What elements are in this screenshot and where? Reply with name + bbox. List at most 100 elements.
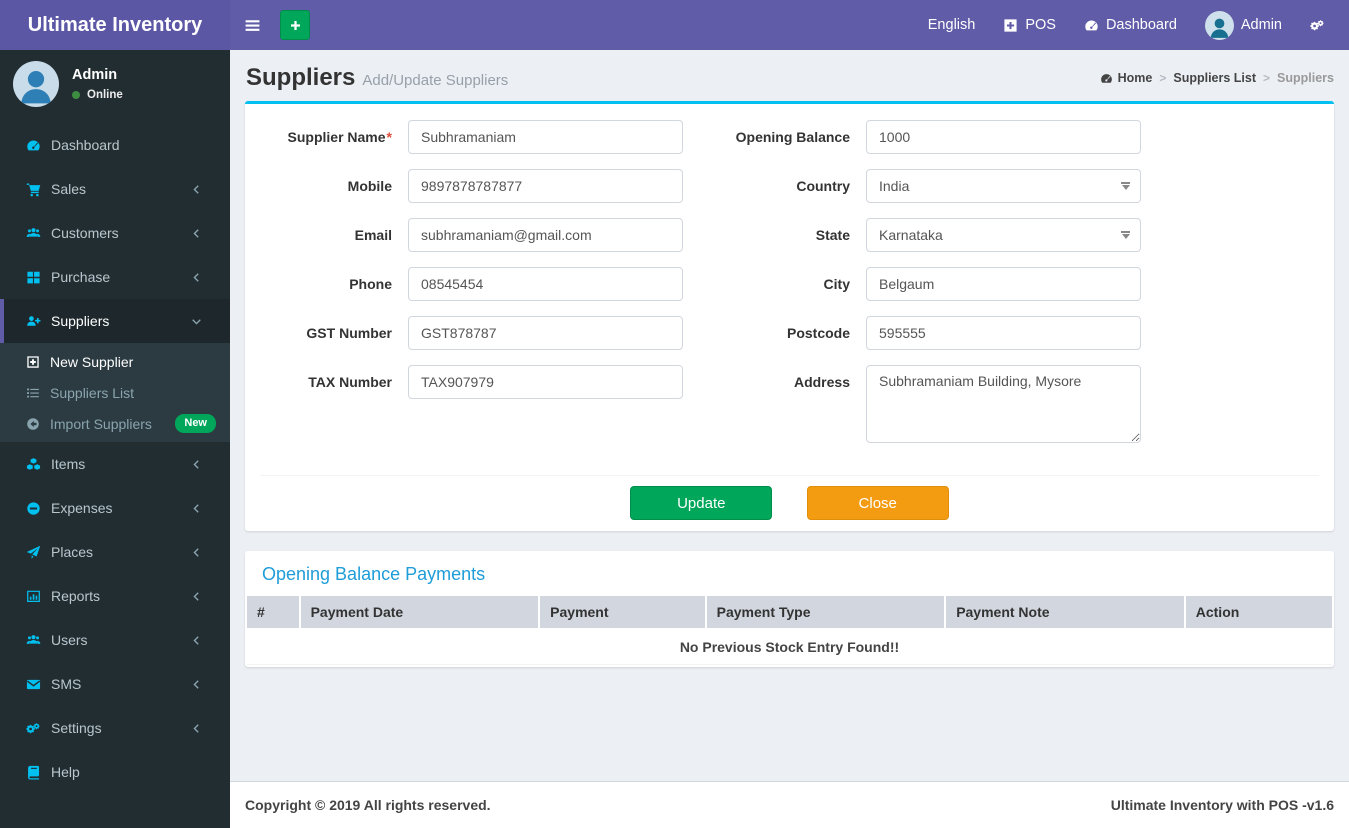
sidebar-user-panel: Admin Online	[0, 50, 230, 119]
column-header-payment: Payment	[540, 596, 705, 628]
sidebar-item-customers[interactable]: Customers	[0, 211, 230, 255]
column-header-payment-date: Payment Date	[300, 596, 539, 628]
column-header-payment-type: Payment Type	[706, 596, 945, 628]
postcode-input[interactable]	[866, 316, 1141, 350]
chevron-left-icon	[191, 184, 216, 195]
sidebar-item-users[interactable]: Users	[0, 618, 230, 662]
phone-input[interactable]	[408, 267, 683, 301]
sidebar-item-dashboard[interactable]: Dashboard	[0, 123, 230, 167]
sidebar-toggle[interactable]	[230, 0, 274, 50]
sidebar-item-label: Suppliers	[51, 313, 110, 329]
field-label-tax-number: TAX Number	[308, 374, 392, 390]
nav-item-label: Admin	[1240, 17, 1282, 33]
tachometer-icon	[1084, 18, 1099, 33]
user-avatar-icon	[1207, 15, 1232, 40]
sidebar-item-import-suppliers[interactable]: Import Suppliers New	[0, 408, 230, 439]
sidebar-item-reports[interactable]: Reports	[0, 574, 230, 618]
chevron-left-icon	[191, 459, 216, 470]
page-footer: Copyright © 2019 All rights reserved. Ul…	[230, 781, 1349, 828]
sidebar-item-label: New Supplier	[50, 353, 134, 370]
tachometer-icon	[26, 138, 51, 153]
sidebar-item-places[interactable]: Places	[0, 530, 230, 574]
state-select[interactable]: Karnataka	[866, 218, 1141, 252]
sidebar-item-sales[interactable]: Sales	[0, 167, 230, 211]
field-label-address: Address	[793, 374, 850, 390]
breadcrumb: Home > Suppliers List > Suppliers	[1100, 71, 1334, 85]
breadcrumb-separator-icon: >	[1263, 71, 1271, 85]
empty-table-message: No Previous Stock Entry Found!!	[247, 630, 1332, 665]
sidebar-item-label: Help	[51, 764, 80, 780]
breadcrumb-suppliers-list[interactable]: Suppliers List	[1173, 71, 1256, 85]
chevron-down-icon	[191, 316, 216, 327]
column-header-number: #	[247, 596, 299, 628]
breadcrumb-home[interactable]: Home	[1100, 71, 1153, 85]
plus-square-icon	[1003, 18, 1018, 33]
sidebar-item-label: Import Suppliers	[50, 415, 152, 432]
settings-menu[interactable]	[1296, 0, 1339, 50]
field-label-supplier-name: Supplier Name *	[287, 129, 392, 145]
close-button[interactable]: Close	[806, 486, 949, 520]
sidebar-menu: Dashboard Sales Customers Purchase Suppliers…	[0, 123, 230, 794]
app-logo[interactable]: Ultimate Inventory	[0, 0, 230, 50]
sidebar-item-suppliers-list[interactable]: Suppliers List	[0, 377, 230, 408]
tax-number-input[interactable]	[408, 365, 683, 399]
users-icon	[26, 226, 51, 241]
sidebar-item-label: Sales	[51, 181, 87, 197]
user-menu[interactable]: Admin	[1191, 0, 1296, 50]
breadcrumb-label: Suppliers	[1277, 71, 1334, 85]
dashboard-link[interactable]: Dashboard	[1070, 0, 1191, 50]
app-window: Ultimate Inventory English POS Dashboard Ad…	[0, 0, 1349, 828]
gst-number-input[interactable]	[408, 316, 683, 350]
sidebar-item-purchase[interactable]: Purchase	[0, 255, 230, 299]
chevron-left-icon	[191, 272, 216, 283]
supplier-name-input[interactable]	[408, 120, 683, 154]
page-title: Suppliers Add/Update Suppliers	[246, 64, 509, 91]
country-select[interactable]: India	[866, 169, 1141, 203]
th-large-icon	[26, 270, 51, 285]
sidebar-item-sms[interactable]: SMS	[0, 662, 230, 706]
sidebar: Admin Online Dashboard Sales Customers Purc…	[0, 50, 230, 828]
sidebar-item-expenses[interactable]: Expenses	[0, 486, 230, 530]
sidebar-item-settings[interactable]: Settings	[0, 706, 230, 750]
field-label-opening-balance: Opening Balance	[735, 129, 850, 145]
sidebar-item-help[interactable]: Help	[0, 750, 230, 794]
email-input[interactable]	[408, 218, 683, 252]
online-label: Online	[87, 89, 123, 101]
address-textarea[interactable]: Subhramaniam Building, Mysore	[866, 365, 1141, 443]
city-input[interactable]	[866, 267, 1141, 301]
breadcrumb-label: Suppliers List	[1173, 71, 1257, 85]
bar-chart-icon	[26, 589, 51, 604]
update-button[interactable]: Update	[630, 486, 773, 520]
opening-balance-input[interactable]	[866, 120, 1141, 154]
sidebar-item-items[interactable]: Items	[0, 442, 230, 486]
sidebar-submenu-suppliers: New Supplier Suppliers List Import Supplie…	[0, 343, 230, 442]
field-label-email: Email	[354, 227, 392, 243]
mobile-input[interactable]	[408, 169, 683, 203]
sidebar-item-suppliers[interactable]: Suppliers	[0, 299, 230, 343]
field-label-postcode: Postcode	[786, 325, 850, 341]
page-subtitle: Add/Update Suppliers	[362, 72, 509, 89]
language-menu[interactable]: English	[914, 0, 990, 50]
column-header-action: Action	[1185, 596, 1332, 628]
chevron-left-icon	[191, 591, 216, 602]
quick-add[interactable]	[280, 10, 310, 40]
chevron-left-icon	[191, 503, 216, 514]
supplier-form-box: Supplier Name* Opening Balance Mobile Count…	[245, 101, 1334, 531]
sidebar-item-new-supplier[interactable]: New Supplier	[0, 346, 230, 377]
payments-table: # Payment Date Payment Payment Type Payment …	[245, 594, 1334, 667]
cogs-icon	[1310, 18, 1325, 33]
sidebar-item-label: Purchase	[51, 269, 111, 285]
sidebar-user-status[interactable]: Online	[72, 89, 123, 101]
navbar-user-avatar	[1204, 10, 1234, 40]
list-icon	[26, 386, 50, 400]
field-label-mobile: Mobile	[347, 178, 392, 194]
pos-link[interactable]: POS	[989, 0, 1070, 50]
online-dot-icon	[72, 91, 80, 99]
sidebar-user-name: Admin	[72, 67, 118, 83]
sidebar-item-label: Suppliers List	[50, 384, 135, 401]
form-footer: Update Close	[260, 475, 1319, 531]
sidebar-item-label: Settings	[51, 720, 102, 736]
breadcrumb-label: Home	[1117, 71, 1153, 85]
tachometer-icon	[1100, 72, 1113, 85]
sidebar-item-label: Customers	[51, 225, 119, 241]
